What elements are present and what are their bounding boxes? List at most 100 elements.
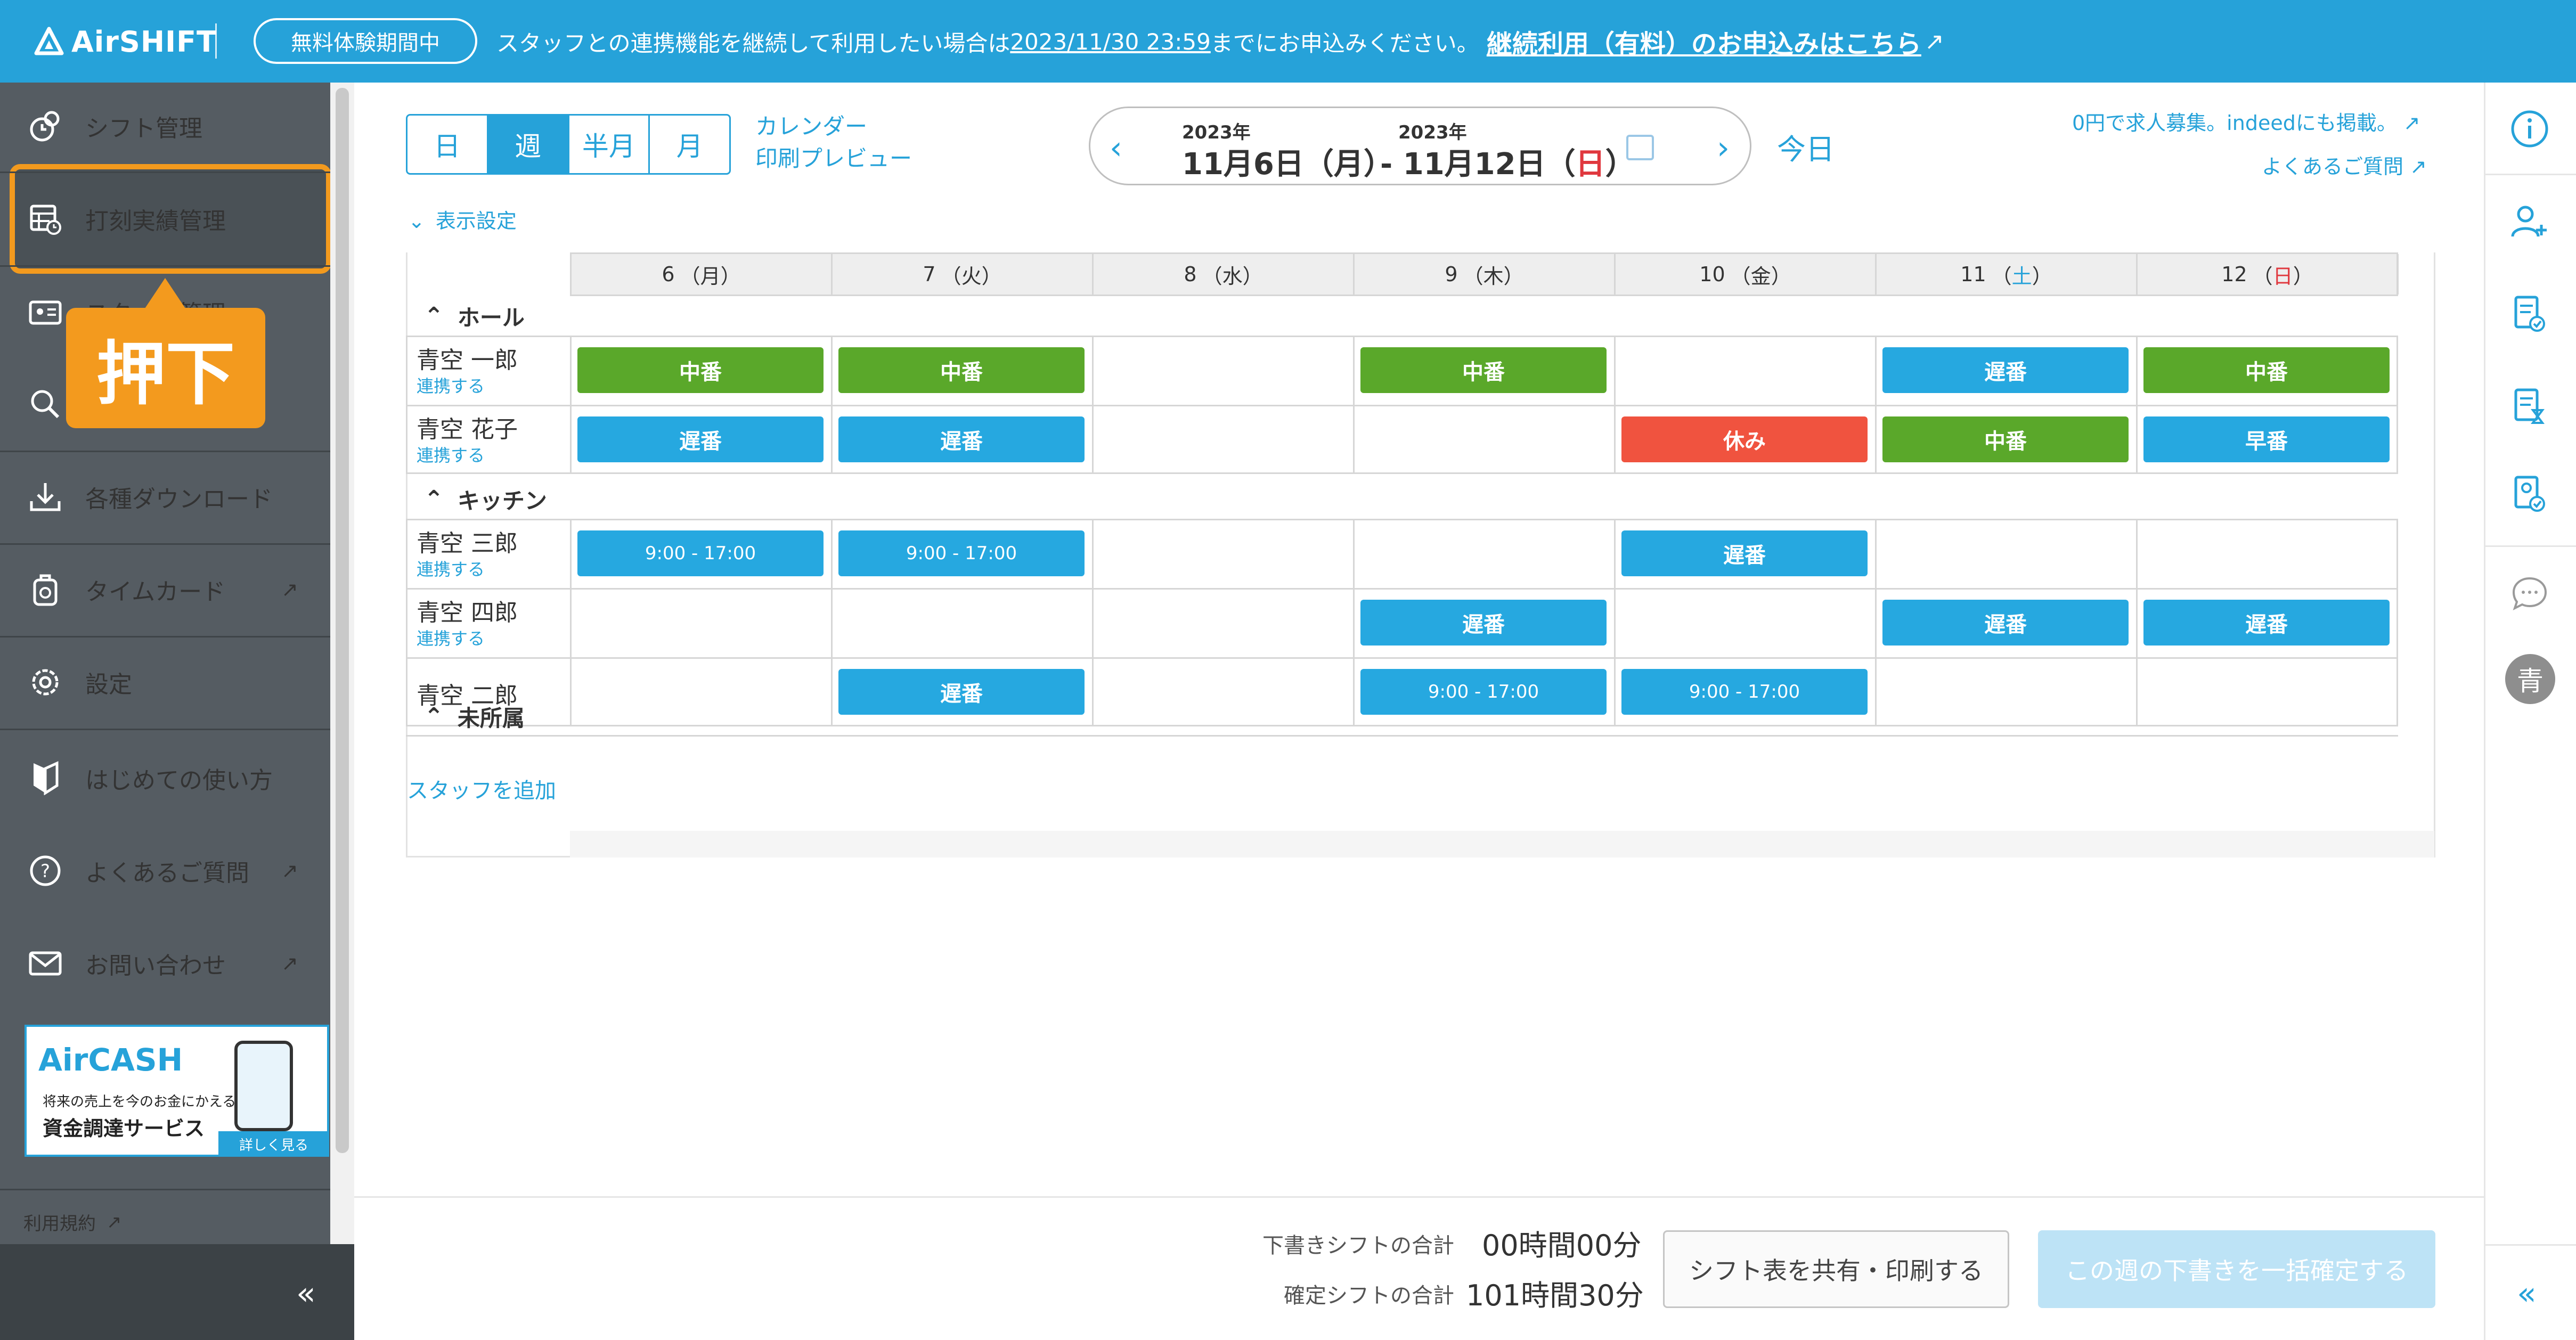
shift-cell[interactable]: 中番: [2136, 336, 2397, 405]
staff-name[interactable]: 青空 花子: [417, 410, 518, 444]
collapse-sidebar-button[interactable]: «: [296, 1275, 316, 1312]
shift-cell[interactable]: 遅番: [1875, 588, 2136, 657]
doc-approve-icon[interactable]: [2505, 470, 2554, 519]
shift-block[interactable]: 遅番: [838, 669, 1085, 715]
shift-block[interactable]: 中番: [838, 347, 1085, 393]
staff-name[interactable]: 青空 四郎: [417, 593, 518, 627]
shift-cell[interactable]: [1353, 405, 1614, 474]
shift-cell[interactable]: [1092, 405, 1353, 474]
shift-cell[interactable]: 9:00 - 17:00: [1353, 657, 1614, 726]
display-settings-toggle[interactable]: ⌄ 表示設定: [408, 205, 517, 234]
section-toggle[interactable]: ⌃ ホール: [424, 296, 525, 336]
prev-week-icon[interactable]: ‹: [1110, 129, 1122, 167]
shift-block[interactable]: 中番: [1882, 416, 2129, 462]
sidebar-scroll-thumb[interactable]: [336, 88, 349, 1153]
sidebar-item-faq[interactable]: ? よくあるご質問 ↗: [0, 824, 330, 917]
doc-hourglass-icon[interactable]: [2505, 382, 2554, 431]
continue-subscription-link[interactable]: 継続利用（有料）のお申込みはこちら: [1487, 23, 1921, 60]
add-staff-link[interactable]: スタッフを追加: [407, 773, 556, 804]
shift-block[interactable]: 遅番: [1882, 600, 2129, 646]
shift-cell[interactable]: 遅番: [1353, 588, 1614, 657]
aircash-banner[interactable]: AirCASH 将来の売上を今のお金にかえる 資金調達サービス 詳しく見る: [25, 1025, 329, 1157]
indeed-recruit-link[interactable]: 0円で求人募集。indeedにも掲載。 ↗: [2072, 107, 2420, 136]
shift-block[interactable]: 中番: [1360, 347, 1607, 393]
shift-cell[interactable]: 中番: [1875, 405, 2136, 474]
shift-block[interactable]: 休み: [1621, 416, 1868, 462]
shift-cell[interactable]: 遅番: [831, 405, 1092, 474]
today-button[interactable]: 今日: [1777, 126, 1835, 168]
shift-cell[interactable]: [1353, 519, 1614, 588]
shift-block[interactable]: 遅番: [577, 416, 824, 462]
shift-block[interactable]: 遅番: [1882, 347, 2129, 393]
doc-check-icon[interactable]: [2505, 290, 2554, 339]
shift-cell[interactable]: [1614, 588, 1875, 657]
view-day-button[interactable]: 日: [407, 116, 488, 173]
chat-icon[interactable]: [2505, 570, 2554, 619]
shift-block[interactable]: 中番: [2143, 347, 2390, 393]
shift-cell[interactable]: 中番: [1353, 336, 1614, 405]
shift-cell[interactable]: 早番: [2136, 405, 2397, 474]
link-staff-button[interactable]: 連携する: [417, 373, 485, 397]
link-staff-button[interactable]: 連携する: [417, 556, 485, 581]
shift-cell[interactable]: [831, 588, 1092, 657]
shift-cell[interactable]: 9:00 - 17:00: [570, 519, 831, 588]
airshift-logo[interactable]: AirSHIFT: [34, 21, 217, 62]
shift-cell[interactable]: [1092, 336, 1353, 405]
avatar[interactable]: 青: [2505, 654, 2555, 704]
shift-cell[interactable]: 休み: [1614, 405, 1875, 474]
shift-cell[interactable]: 遅番: [2136, 588, 2397, 657]
shift-cell[interactable]: [2136, 657, 2397, 726]
sidebar-item-getting-started[interactable]: はじめての使い方: [0, 732, 330, 824]
shift-cell[interactable]: [570, 657, 831, 726]
staff-name[interactable]: 青空 三郎: [417, 524, 518, 558]
shift-cell[interactable]: [570, 588, 831, 657]
calendar-icon[interactable]: [1626, 135, 1654, 160]
shift-block[interactable]: 9:00 - 17:00: [1621, 669, 1868, 715]
shift-block[interactable]: 9:00 - 17:00: [577, 530, 824, 576]
shift-cell[interactable]: 中番: [831, 336, 1092, 405]
section-toggle[interactable]: ⌃ キッチン: [424, 479, 547, 519]
shift-cell[interactable]: [1875, 657, 2136, 726]
bulk-confirm-button[interactable]: この週の下書きを一括確定する: [2038, 1230, 2435, 1308]
view-week-button[interactable]: 週: [488, 116, 569, 173]
shift-cell[interactable]: [1092, 588, 1353, 657]
shift-cell[interactable]: 遅番: [570, 405, 831, 474]
shift-cell[interactable]: [2136, 519, 2397, 588]
add-user-icon[interactable]: [2505, 197, 2554, 246]
shift-block[interactable]: 早番: [2143, 416, 2390, 462]
shift-cell[interactable]: 中番: [570, 336, 831, 405]
sidebar-item-settings[interactable]: 設定: [0, 636, 330, 729]
view-month-button[interactable]: 月: [650, 116, 729, 173]
sidebar-item-download[interactable]: 各種ダウンロード: [0, 451, 330, 543]
collapse-rail-button[interactable]: «: [2517, 1275, 2537, 1312]
link-staff-button[interactable]: 連携する: [417, 442, 485, 467]
sidebar-item-timesheet[interactable]: 打刻実績管理: [0, 173, 330, 265]
shift-cell[interactable]: 9:00 - 17:00: [1614, 657, 1875, 726]
shift-block[interactable]: 9:00 - 17:00: [1360, 669, 1607, 715]
info-icon[interactable]: [2505, 104, 2554, 153]
sidebar-item-shift[interactable]: シフト管理: [0, 80, 330, 173]
shift-cell[interactable]: 9:00 - 17:00: [831, 519, 1092, 588]
view-half-month-button[interactable]: 半月: [569, 116, 650, 173]
share-print-button[interactable]: シフト表を共有・印刷する: [1663, 1230, 2009, 1308]
sidebar-item-timecard[interactable]: タイムカード ↗: [0, 543, 330, 636]
link-staff-button[interactable]: 連携する: [417, 625, 485, 650]
calendar-print-preview-link[interactable]: カレンダー 印刷プレビュー: [755, 111, 912, 175]
header-faq-link[interactable]: よくあるご質問 ↗: [2262, 150, 2427, 179]
terms-link[interactable]: 利用規約 ↗: [23, 1209, 122, 1235]
shift-block[interactable]: 遅番: [1621, 530, 1868, 576]
shift-cell[interactable]: [1092, 657, 1353, 726]
shift-block[interactable]: 中番: [577, 347, 824, 393]
shift-cell[interactable]: [1092, 519, 1353, 588]
shift-cell[interactable]: 遅番: [831, 657, 1092, 726]
shift-cell[interactable]: [1614, 336, 1875, 405]
section-toggle[interactable]: ⌃ 未所属: [424, 697, 525, 736]
shift-cell[interactable]: 遅番: [1614, 519, 1875, 588]
shift-block[interactable]: 遅番: [1360, 600, 1607, 646]
next-week-icon[interactable]: ›: [1717, 129, 1730, 167]
shift-block[interactable]: 遅番: [838, 416, 1085, 462]
shift-block[interactable]: 遅番: [2143, 600, 2390, 646]
sidebar-item-contact[interactable]: お問い合わせ ↗: [0, 917, 330, 1010]
shift-block[interactable]: 9:00 - 17:00: [838, 530, 1085, 576]
shift-cell[interactable]: [1875, 519, 2136, 588]
